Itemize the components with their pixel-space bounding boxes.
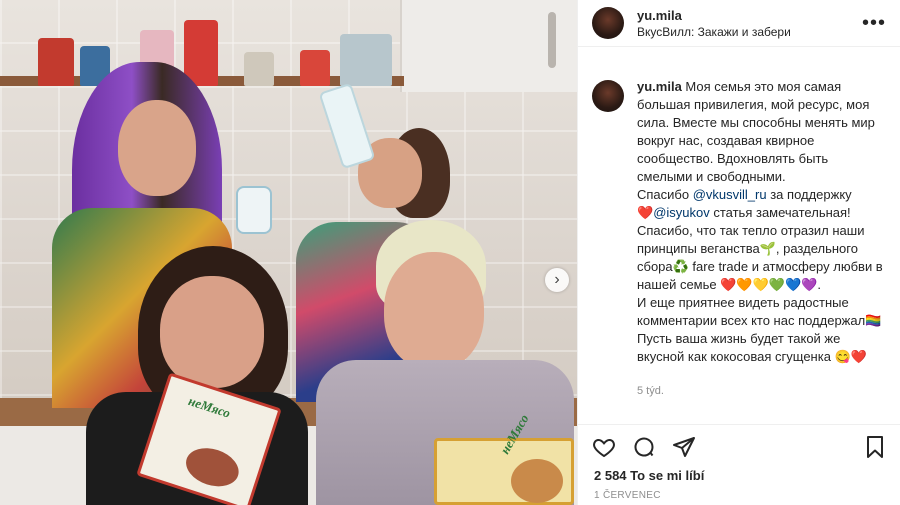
- action-bar: [578, 424, 900, 468]
- cabinet-handle: [548, 12, 556, 68]
- product-package: неМясо: [434, 412, 574, 505]
- caption-paragraph: yu.mila Моя семья это моя самая большая …: [637, 78, 885, 186]
- product-image: [511, 459, 563, 503]
- caption: yu.mila Моя семья это моя самая большая …: [578, 78, 900, 400]
- caption-text: Моя семья это моя самая большая привилег…: [637, 79, 875, 184]
- heart-icon[interactable]: [590, 433, 618, 461]
- more-icon[interactable]: •••: [862, 13, 886, 33]
- mention-link[interactable]: @vkusvill_ru: [693, 187, 767, 202]
- face: [160, 276, 264, 388]
- post-username[interactable]: yu.mila: [637, 7, 791, 24]
- header-text: yu.mila ВкусВилл: Закажи и забери: [637, 7, 791, 40]
- heart-emoji: ❤️: [637, 205, 654, 220]
- caption-text: статья замечательная!: [709, 205, 851, 220]
- mention-link[interactable]: @isyukov: [653, 205, 710, 220]
- caption-text: Спасибо: [637, 187, 693, 202]
- share-icon[interactable]: [670, 433, 698, 461]
- likes-count[interactable]: 2 584 To se mi líbí: [594, 468, 704, 483]
- post-header: yu.mila ВкусВилл: Закажи и забери •••: [578, 0, 900, 47]
- caption-username[interactable]: yu.mila: [637, 79, 682, 94]
- post-date: 1 ČERVENEC: [594, 490, 661, 501]
- jar: [38, 38, 74, 86]
- caption-paragraph: Спасибо @vkusvill_ru за поддержку: [637, 186, 885, 204]
- post-location[interactable]: ВкусВилл: Закажи и забери: [637, 24, 791, 40]
- bottle: [236, 186, 272, 234]
- post-time-ago[interactable]: 5 týd.: [637, 382, 885, 400]
- caption-paragraph: ❤️@isyukov статья замечательная!: [637, 204, 885, 222]
- post-photo[interactable]: неМясо неМясо ›: [0, 0, 577, 505]
- avatar[interactable]: [592, 7, 624, 39]
- jar: [340, 34, 392, 86]
- jar: [184, 20, 218, 86]
- chevron-right-icon[interactable]: ›: [545, 268, 569, 292]
- jar: [300, 50, 330, 86]
- product-label: неМясо: [186, 393, 233, 421]
- caption-paragraph: Пусть ваша жизнь будет такой же вкусной …: [637, 331, 867, 364]
- comment-icon[interactable]: [630, 433, 658, 461]
- caption-paragraph: И еще приятнее видеть радостные коммента…: [637, 295, 882, 328]
- post-side-panel: yu.mila ВкусВилл: Закажи и забери ••• yu…: [577, 0, 900, 505]
- bookmark-icon[interactable]: [861, 433, 889, 461]
- avatar[interactable]: [592, 80, 624, 112]
- face: [118, 100, 196, 196]
- face: [384, 252, 484, 370]
- product-image: [181, 441, 244, 493]
- caption-text: за поддержку: [766, 187, 852, 202]
- caption-body: yu.mila Моя семья это моя самая большая …: [637, 78, 885, 400]
- jar: [244, 52, 274, 86]
- caption-paragraph: Спасибо, что так тепло отразил наши прин…: [637, 223, 883, 292]
